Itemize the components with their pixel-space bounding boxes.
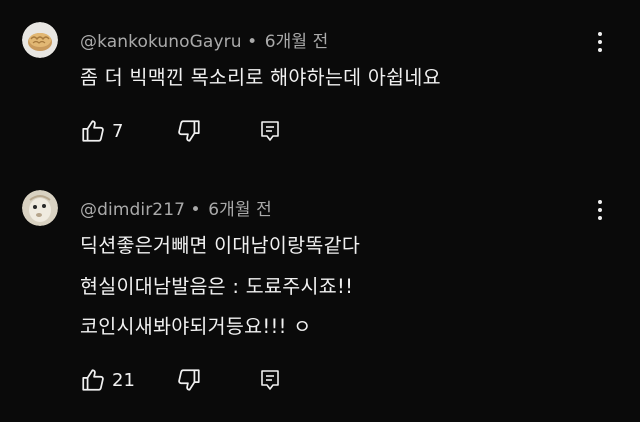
timestamp[interactable]: 6개월 전 [208,200,272,220]
reply-icon [261,370,279,390]
reply-button[interactable] [258,365,282,395]
thumbs-up-icon [82,369,104,391]
more-icon-dot [598,40,602,44]
comment-text-line: 딕션좋은거빼면 이대남이랑똑같다 [80,234,361,257]
timestamp[interactable]: 6개월 전 [265,32,329,52]
like-button[interactable]: 21 [80,365,135,395]
comment-text-line: 좀 더 빅맥낀 목소리로 해야하는데 아쉽네요 [80,66,441,89]
comment-text-line: 현실이대남발음은 : 도료주시죠!! [80,275,354,298]
more-icon-dot [598,208,602,212]
comment-meta: @dimdir217 • 6개월 전 [80,195,272,220]
more-options-button[interactable] [591,29,609,55]
avatar[interactable] [22,22,58,58]
thumbs-down-icon [178,369,200,391]
avatar[interactable] [22,190,58,226]
like-count: 21 [112,369,135,391]
comment-text-line: 코인시새봐야되거등요!!! ㅇ [80,315,312,338]
author-name[interactable]: @dimdir217 [80,200,185,220]
dislike-button[interactable] [176,116,202,146]
comment-actions: 21 [80,365,300,395]
reply-button[interactable] [258,116,282,146]
more-options-button[interactable] [591,197,609,223]
author-name[interactable]: @kankokunoGayru [80,32,242,52]
bun-avatar-icon [22,22,58,58]
more-icon-dot [598,200,602,204]
meta-separator: • [190,200,201,220]
meta-separator: • [247,32,258,52]
creature-avatar-icon [22,190,58,226]
more-icon-dot [598,32,602,36]
thumbs-up-icon [82,120,104,142]
comment-actions: 7 [80,116,300,146]
like-button[interactable]: 7 [80,116,123,146]
reply-icon [261,121,279,141]
thumbs-down-icon [178,120,200,142]
more-icon-dot [598,48,602,52]
more-icon-dot [598,216,602,220]
dislike-button[interactable] [176,365,202,395]
like-count: 7 [112,120,124,142]
comment-meta: @kankokunoGayru • 6개월 전 [80,27,328,52]
